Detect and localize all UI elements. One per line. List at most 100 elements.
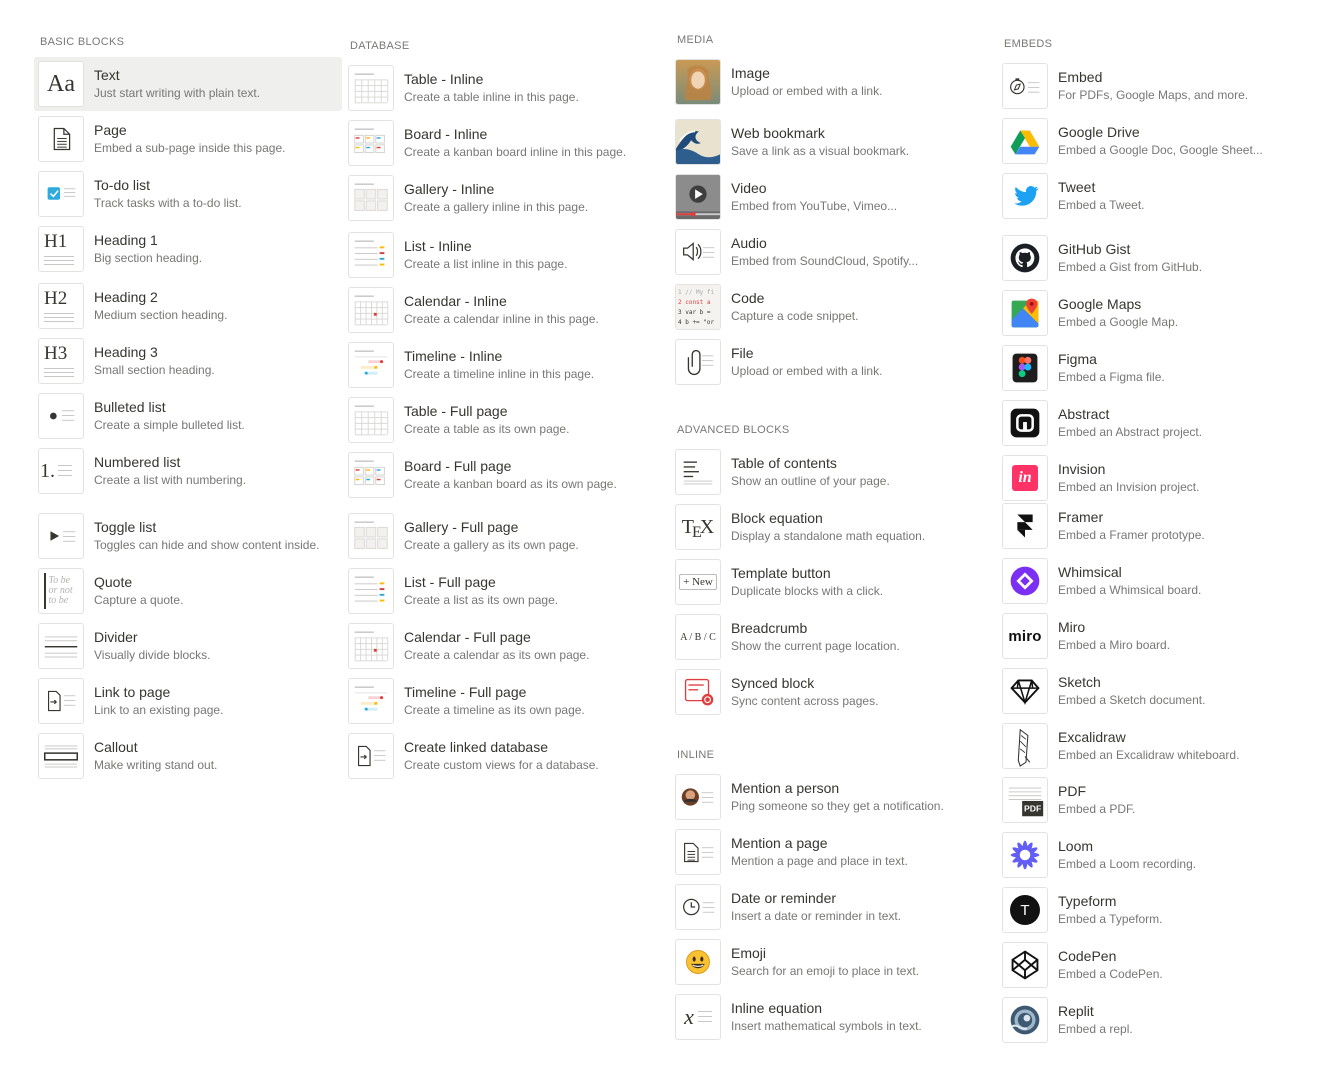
block-option-text: Video Embed from YouTube, Vimeo... <box>731 179 897 214</box>
block-option-replit[interactable]: Replit Embed a repl. <box>998 993 1318 1047</box>
block-option-synced-block[interactable]: Synced block Sync content across pages. <box>671 665 991 719</box>
block-option-description: Embed a PDF. <box>1058 802 1136 816</box>
block-option-google-drive[interactable]: Google Drive Embed a Google Doc, Google S… <box>998 114 1318 168</box>
block-option-framer[interactable]: Framer Embed a Framer prototype. <box>998 499 1318 553</box>
block-option-create-linked-database[interactable]: Create linked database Create custom view… <box>344 729 654 783</box>
block-option-emoji[interactable]: Emoji Search for an emoji to place in tex… <box>671 935 991 989</box>
block-option-list-inline[interactable]: List - Inline Create a list inline in thi… <box>344 228 654 282</box>
block-option-to-do-list[interactable]: To-do list Track tasks with a to-do list. <box>34 167 342 221</box>
block-option-description: Embed a CodePen. <box>1058 967 1163 981</box>
block-option-gallery-inline[interactable]: Gallery - Inline Create a gallery inline … <box>344 171 654 225</box>
block-option-text: Board - Inline Create a kanban board inli… <box>404 125 626 160</box>
block-option-callout[interactable]: Callout Make writing stand out. <box>34 729 342 783</box>
block-option-calendar-full-page[interactable]: Calendar - Full page Create a calendar as… <box>344 619 654 673</box>
block-option-label: Invision <box>1058 461 1106 477</box>
block-option-label: Quote <box>94 574 133 590</box>
block-option-mention-a-person[interactable]: Mention a person Ping someone so they get… <box>671 770 991 824</box>
block-option-excalidraw[interactable]: Excalidraw Embed an Excalidraw whiteboard… <box>998 719 1318 773</box>
block-option-table-full-page[interactable]: Table - Full page Create a table as its o… <box>344 393 654 447</box>
block-option-code[interactable]: 1 // My fi 2 const a3 var b = 4 b += "or Co… <box>671 280 991 334</box>
block-option-link-to-page[interactable]: Link to page Link to an existing page. <box>34 674 342 728</box>
web-bookmark-icon <box>675 119 721 165</box>
block-option-text: Heading 3 Small section heading. <box>94 343 215 378</box>
block-option-label: Web bookmark <box>731 125 825 141</box>
block-option-label: Typeform <box>1058 893 1117 909</box>
block-option-block-equation[interactable]: TEX Block equation Display a standalone ma… <box>671 500 991 554</box>
block-option-description: Embed a Loom recording. <box>1058 857 1197 871</box>
block-option-heading-3[interactable]: H3 Heading 3 Small section heading. <box>34 334 342 388</box>
table-of-contents-icon <box>675 449 721 495</box>
block-option-figma[interactable]: Figma Embed a Figma file. <box>998 341 1318 395</box>
block-option-label: Page <box>94 122 127 138</box>
block-option-heading-2[interactable]: H2 Heading 2 Medium section heading. <box>34 279 342 333</box>
block-option-codepen[interactable]: CodePen Embed a CodePen. <box>998 938 1318 992</box>
block-option-timeline-inline[interactable]: Timeline - Inline Create a timeline inlin… <box>344 338 654 392</box>
block-option-description: Create custom views for a database. <box>404 758 599 772</box>
section-title-embeds: EMBEDS <box>1004 38 1053 50</box>
block-option-text[interactable]: Aa Text Just start writing with plain text… <box>34 57 342 111</box>
block-option-breadcrumb[interactable]: A / B / C Breadcrumb Show the current page… <box>671 610 991 664</box>
block-option-description: Show an outline of your page. <box>731 474 890 488</box>
block-option-table-of-contents[interactable]: Table of contents Show an outline of your… <box>671 445 991 499</box>
block-option-pdf[interactable]: PDF PDF Embed a PDF. <box>998 773 1318 827</box>
embed-compass-icon <box>1002 63 1048 109</box>
block-option-abstract[interactable]: Abstract Embed an Abstract project. <box>998 396 1318 450</box>
block-option-label: Synced block <box>731 675 815 691</box>
block-option-bulleted-list[interactable]: Bulleted list Create a simple bulleted li… <box>34 389 342 443</box>
block-option-description: Create a gallery as its own page. <box>404 538 579 552</box>
block-option-numbered-list[interactable]: 1. Numbered list Create a list with number… <box>34 444 342 498</box>
block-option-board-full-page[interactable]: Board - Full page Create a kanban board a… <box>344 448 654 502</box>
block-option-description: Embed an Abstract project. <box>1058 425 1203 439</box>
block-option-label: Inline equation <box>731 1000 823 1016</box>
block-option-file[interactable]: File Upload or embed with a link. <box>671 335 991 389</box>
block-option-date-or-reminder[interactable]: Date or reminder Insert a date or reminde… <box>671 880 991 934</box>
block-option-loom[interactable]: Loom Embed a Loom recording. <box>998 828 1318 882</box>
block-option-web-bookmark[interactable]: Web bookmark Save a link as a visual book… <box>671 115 991 169</box>
block-option-text: Framer Embed a Framer prototype. <box>1058 508 1205 543</box>
block-option-calendar-inline[interactable]: Calendar - Inline Create a calendar inlin… <box>344 283 654 337</box>
block-option-inline-equation[interactable]: x Inline equation Insert mathematical symb… <box>671 990 991 1044</box>
sketch-icon <box>1002 668 1048 714</box>
block-option-table-inline[interactable]: Table - Inline Create a table inline in t… <box>344 61 654 115</box>
block-option-video[interactable]: Video Embed from YouTube, Vimeo... <box>671 170 991 224</box>
quote-icon: To be or not to be <box>38 568 84 614</box>
block-option-label: Table - Full page <box>404 403 508 419</box>
timeline-icon <box>348 678 394 724</box>
block-option-google-maps[interactable]: Google Maps Embed a Google Map. <box>998 286 1318 340</box>
abstract-icon <box>1002 400 1048 446</box>
block-option-description: Embed a repl. <box>1058 1022 1133 1036</box>
block-option-template-button[interactable]: + New Template button Duplicate blocks wit… <box>671 555 991 609</box>
block-option-mention-a-page[interactable]: Mention a page Mention a page and place i… <box>671 825 991 879</box>
block-option-typeform[interactable]: T Typeform Embed a Typeform. <box>998 883 1318 937</box>
block-option-quote[interactable]: To be or not to be Quote Capture a quote. <box>34 564 342 618</box>
block-option-label: Gallery - Inline <box>404 181 495 197</box>
block-option-divider[interactable]: Divider Visually divide blocks. <box>34 619 342 673</box>
block-option-toggle-list[interactable]: Toggle list Toggles can hide and show con… <box>34 509 342 563</box>
block-option-label: GitHub Gist <box>1058 241 1131 257</box>
block-option-image[interactable]: Image Upload or embed with a link. <box>671 55 991 109</box>
block-option-audio[interactable]: Audio Embed from SoundCloud, Spotify... <box>671 225 991 279</box>
block-option-board-inline[interactable]: Board - Inline Create a kanban board inli… <box>344 116 654 170</box>
block-option-text: Audio Embed from SoundCloud, Spotify... <box>731 234 918 269</box>
block-option-description: Save a link as a visual bookmark. <box>731 144 910 158</box>
block-option-list-full-page[interactable]: List - Full page Create a list as its own… <box>344 564 654 618</box>
block-option-gallery-full-page[interactable]: Gallery - Full page Create a gallery as i… <box>344 509 654 563</box>
block-option-github-gist[interactable]: GitHub Gist Embed a Gist from GitHub. <box>998 231 1318 285</box>
block-option-sketch[interactable]: Sketch Embed a Sketch document. <box>998 664 1318 718</box>
svg-text:PDF: PDF <box>1024 803 1041 813</box>
list-icon <box>348 568 394 614</box>
block-option-embed[interactable]: Embed For PDFs, Google Maps, and more. <box>998 59 1318 113</box>
block-option-label: Heading 2 <box>94 289 158 305</box>
block-option-label: Table of contents <box>731 455 837 471</box>
block-option-label: Link to page <box>94 684 171 700</box>
block-option-text: Google Maps Embed a Google Map. <box>1058 295 1178 330</box>
block-option-heading-1[interactable]: H1 Heading 1 Big section heading. <box>34 222 342 276</box>
block-option-miro[interactable]: miro Miro Embed a Miro board. <box>998 609 1318 663</box>
block-option-tweet[interactable]: Tweet Embed a Tweet. <box>998 169 1318 223</box>
block-option-page[interactable]: Page Embed a sub-page inside this page. <box>34 112 342 166</box>
block-option-invision[interactable]: in Invision Embed an Invision project. <box>998 451 1318 505</box>
block-option-whimsical[interactable]: Whimsical Embed a Whimsical board. <box>998 554 1318 608</box>
block-option-timeline-full-page[interactable]: Timeline - Full page Create a timeline as… <box>344 674 654 728</box>
block-option-description: Toggles can hide and show content inside… <box>94 538 320 552</box>
inline-equation-icon: x <box>675 994 721 1040</box>
